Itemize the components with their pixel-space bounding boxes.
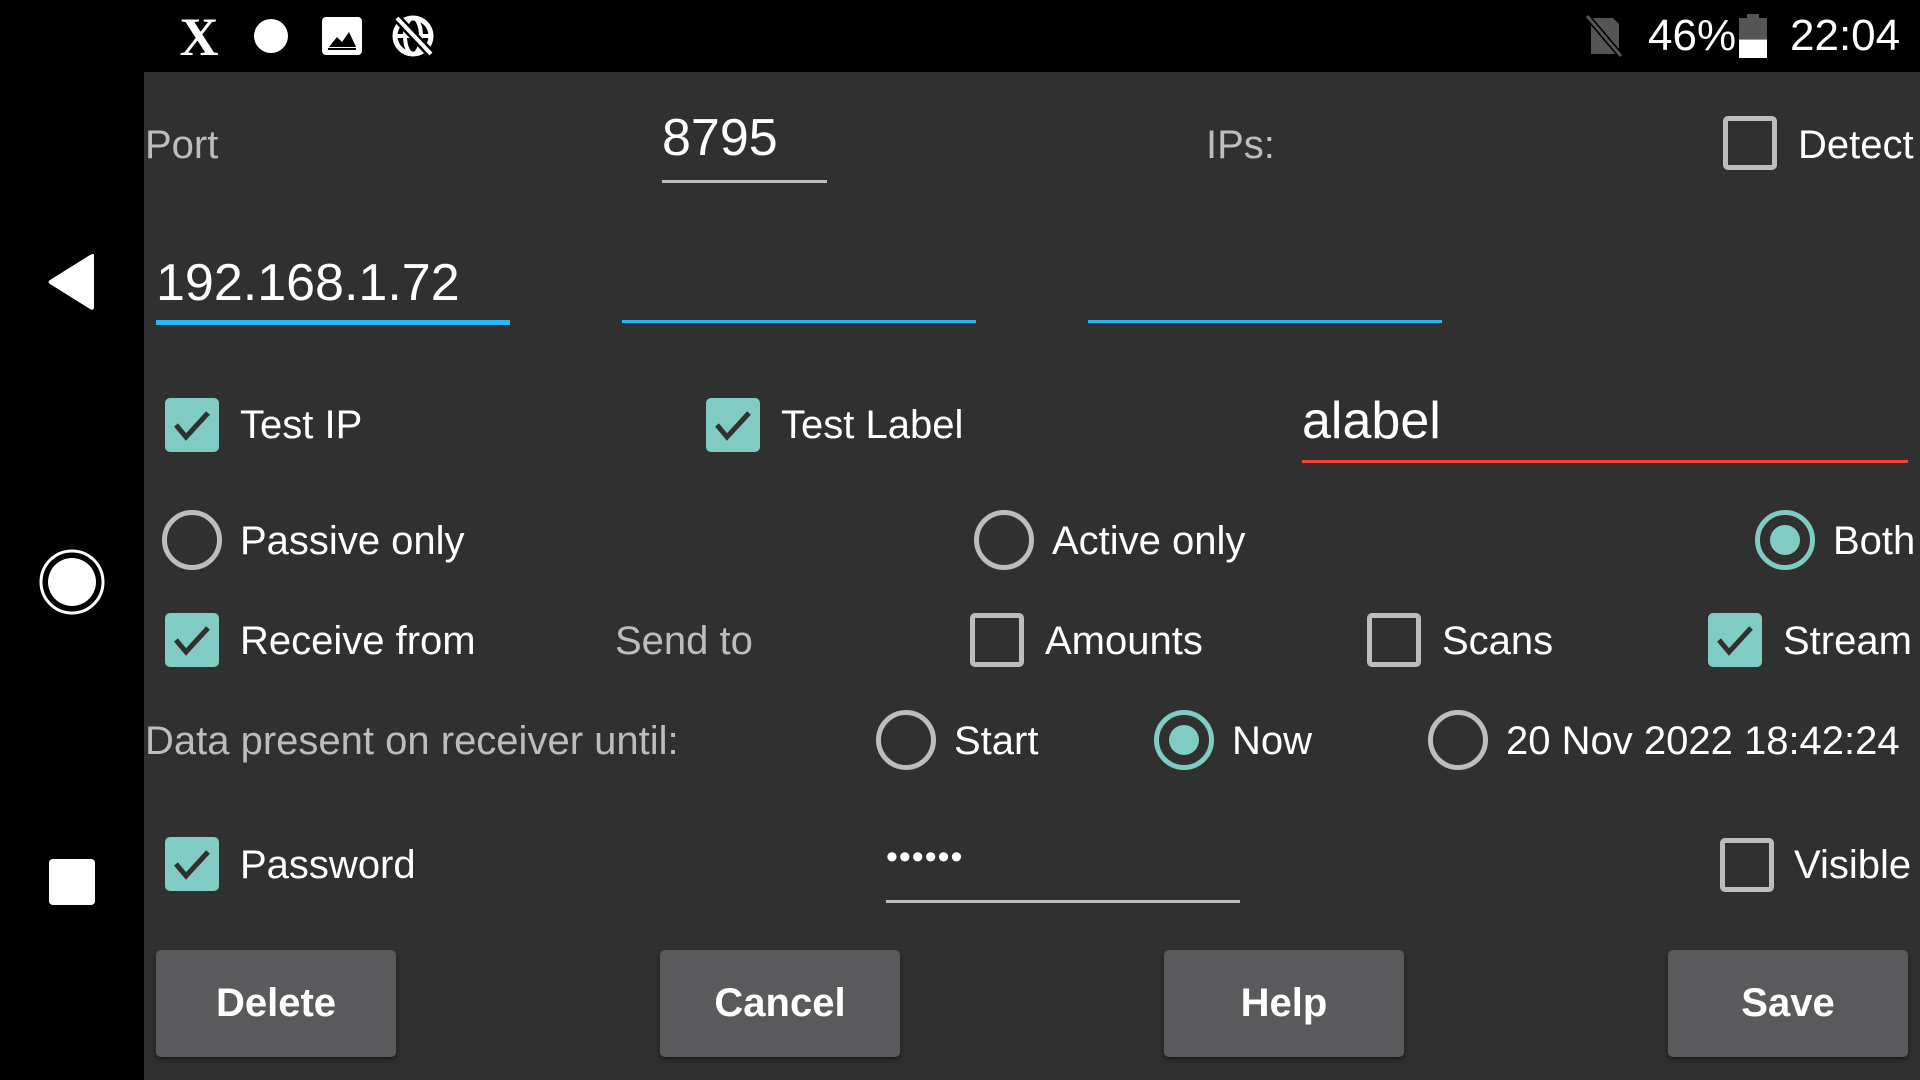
- navigation-bar: [0, 72, 144, 1080]
- visible-label: Visible: [1794, 843, 1912, 887]
- connection-settings-form: Port IPs: Detect Test IP Test Label Pass…: [144, 72, 1920, 1080]
- amounts-label: Amounts: [1045, 619, 1203, 663]
- both-label: Both: [1833, 519, 1916, 563]
- stream-checkbox[interactable]: [1708, 613, 1762, 667]
- checkmark-icon: [715, 411, 751, 441]
- password-label: Password: [240, 843, 416, 887]
- ip-input-1[interactable]: [156, 248, 510, 318]
- ip-input-3-underline: [1088, 320, 1442, 323]
- password-input[interactable]: ••••••: [886, 832, 1240, 882]
- password-underline: [886, 900, 1240, 903]
- until-start-label: Start: [954, 719, 1039, 763]
- until-start-radio[interactable]: [876, 710, 936, 770]
- checkmark-icon: [174, 411, 210, 441]
- active-only-label: Active only: [1052, 519, 1246, 563]
- checkmark-icon: [174, 850, 210, 880]
- recents-icon: [49, 859, 95, 905]
- clock: 22:04: [1790, 11, 1901, 60]
- battery-icon: [1738, 10, 1768, 62]
- help-button[interactable]: Help: [1164, 950, 1404, 1057]
- receive-from-label: Receive from: [240, 619, 476, 663]
- port-label: Port: [145, 123, 219, 167]
- battery-percent: 46%: [1648, 11, 1737, 60]
- password-checkbox[interactable]: [165, 837, 219, 891]
- home-button[interactable]: [30, 540, 114, 624]
- until-now-label: Now: [1232, 719, 1313, 763]
- data-until-label: Data present on receiver until:: [145, 719, 679, 763]
- port-input[interactable]: [662, 108, 827, 168]
- scans-label: Scans: [1442, 619, 1554, 663]
- recents-button[interactable]: [30, 840, 114, 924]
- save-button[interactable]: Save: [1668, 950, 1908, 1057]
- cancel-button[interactable]: Cancel: [660, 950, 900, 1057]
- port-underline: [662, 180, 827, 183]
- both-radio[interactable]: [1755, 510, 1815, 570]
- passive-only-radio[interactable]: [162, 510, 222, 570]
- home-icon: [39, 549, 105, 615]
- visible-checkbox[interactable]: [1720, 838, 1774, 892]
- detect-label: Detect: [1798, 123, 1914, 167]
- status-bar: X 46% 22:04: [0, 0, 1920, 72]
- stream-label: Stream: [1783, 619, 1912, 663]
- checkmark-icon: [174, 626, 210, 656]
- svg-text:X: X: [180, 11, 219, 61]
- label-input[interactable]: [1302, 388, 1908, 454]
- receive-from-checkbox[interactable]: [165, 613, 219, 667]
- amounts-checkbox[interactable]: [970, 613, 1024, 667]
- label-input-underline: [1302, 460, 1908, 463]
- no-sim-icon: [1584, 10, 1624, 62]
- ips-label: IPs:: [1206, 123, 1275, 167]
- test-ip-checkbox[interactable]: [165, 398, 219, 452]
- test-label-checkbox[interactable]: [706, 398, 760, 452]
- passive-only-label: Passive only: [240, 519, 465, 563]
- ip-input-2[interactable]: [622, 248, 976, 318]
- until-date-radio[interactable]: [1428, 710, 1488, 770]
- test-ip-label: Test IP: [240, 403, 363, 447]
- image-icon: [320, 10, 364, 62]
- detect-checkbox[interactable]: [1723, 116, 1777, 170]
- ip-input-3[interactable]: [1088, 248, 1442, 318]
- scans-checkbox[interactable]: [1367, 613, 1421, 667]
- test-label-label: Test Label: [781, 403, 964, 447]
- globe-off-icon: [390, 10, 436, 62]
- x-app-icon: X: [176, 10, 222, 62]
- until-date-label: 20 Nov 2022 18:42:24: [1506, 719, 1900, 763]
- until-now-radio[interactable]: [1154, 710, 1214, 770]
- send-to-label: Send to: [615, 619, 753, 663]
- circle-notification-icon: [252, 10, 290, 62]
- ip-input-1-underline: [156, 320, 510, 325]
- ip-input-2-underline: [622, 320, 976, 323]
- checkmark-icon: [1717, 626, 1753, 656]
- delete-button[interactable]: Delete: [156, 950, 396, 1057]
- active-only-radio[interactable]: [974, 510, 1034, 570]
- back-icon: [48, 254, 94, 310]
- back-button[interactable]: [30, 240, 114, 324]
